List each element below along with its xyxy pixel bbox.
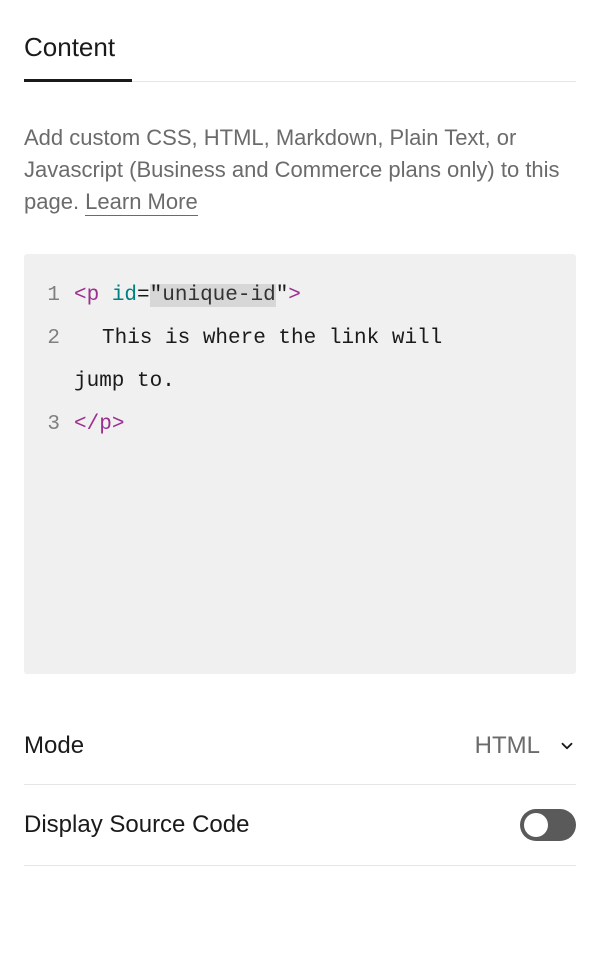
line-number: 1 [40,274,74,317]
code-content: This is where the link will [74,317,560,360]
line-number-empty [40,360,74,403]
mode-setting-row[interactable]: Mode HTML [24,708,576,785]
mode-value: HTML [475,732,540,760]
description-text: Add custom CSS, HTML, Markdown, Plain Te… [24,122,576,218]
code-content: <p id="unique-id"> [74,274,560,317]
learn-more-link[interactable]: Learn More [85,189,198,216]
code-editor[interactable]: 1 <p id="unique-id"> 2 This is where the… [24,254,576,674]
toggle-knob [524,813,548,837]
code-line-3: 3 </p> [40,403,560,446]
display-source-label: Display Source Code [24,811,249,839]
code-content: jump to. [74,360,560,403]
chevron-down-icon [558,737,576,755]
code-line-1: 1 <p id="unique-id"> [40,274,560,317]
display-source-toggle[interactable] [520,809,576,841]
code-line-2: 2 This is where the link will [40,317,560,360]
tab-header: Content [24,24,576,82]
code-line-2-wrap: jump to. [40,360,560,403]
mode-label: Mode [24,732,84,760]
tab-content[interactable]: Content [24,24,115,81]
display-source-setting-row: Display Source Code [24,785,576,866]
line-number: 2 [40,317,74,360]
code-content: </p> [74,403,560,446]
line-number: 3 [40,403,74,446]
mode-value-container: HTML [475,732,576,760]
